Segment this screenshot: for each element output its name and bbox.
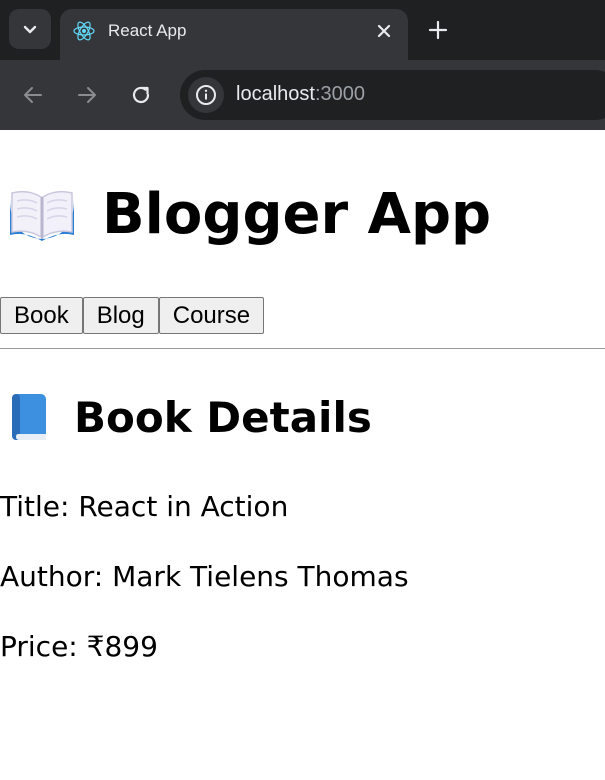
blue-book-icon	[12, 394, 46, 440]
page-content: Blogger App Book Blog Course Book Detail…	[0, 130, 605, 780]
url-host: localhost	[236, 83, 315, 105]
nav-button-group: Book Blog Course	[0, 297, 265, 334]
react-icon	[73, 21, 95, 41]
info-icon	[196, 85, 216, 105]
plus-icon[interactable]	[426, 18, 450, 42]
url-text: localhost:3000	[236, 83, 365, 106]
book-title-field: Title: React in Action	[0, 490, 289, 523]
tab-title: React App	[108, 21, 187, 40]
section-title: Book Details	[8, 392, 372, 442]
chevron-down-icon	[23, 25, 37, 34]
divider	[0, 348, 605, 349]
reload-icon[interactable]	[129, 83, 153, 107]
book-price-field: Price: ₹899	[0, 630, 158, 663]
blog-button[interactable]: Blog	[82, 297, 159, 334]
book-button[interactable]: Book	[0, 297, 83, 334]
site-info-button[interactable]	[188, 77, 224, 113]
app-title-text: Blogger App	[102, 182, 492, 247]
back-arrow-icon[interactable]	[21, 83, 45, 107]
browser-tab[interactable]: React App	[60, 9, 408, 60]
course-button[interactable]: Course	[158, 297, 265, 334]
open-book-icon	[10, 190, 74, 241]
browser-toolbar: localhost:3000	[0, 60, 605, 130]
close-icon[interactable]	[374, 21, 394, 41]
browser-tabstrip: React App	[0, 0, 605, 60]
book-author-field: Author: Mark Tielens Thomas	[0, 560, 409, 593]
tab-search-button[interactable]	[9, 9, 51, 49]
url-port: :3000	[314, 83, 365, 105]
address-bar[interactable]: localhost:3000	[180, 70, 605, 120]
section-title-text: Book Details	[74, 392, 372, 442]
app-title: Blogger App	[6, 182, 491, 247]
forward-arrow-icon[interactable]	[75, 83, 99, 107]
